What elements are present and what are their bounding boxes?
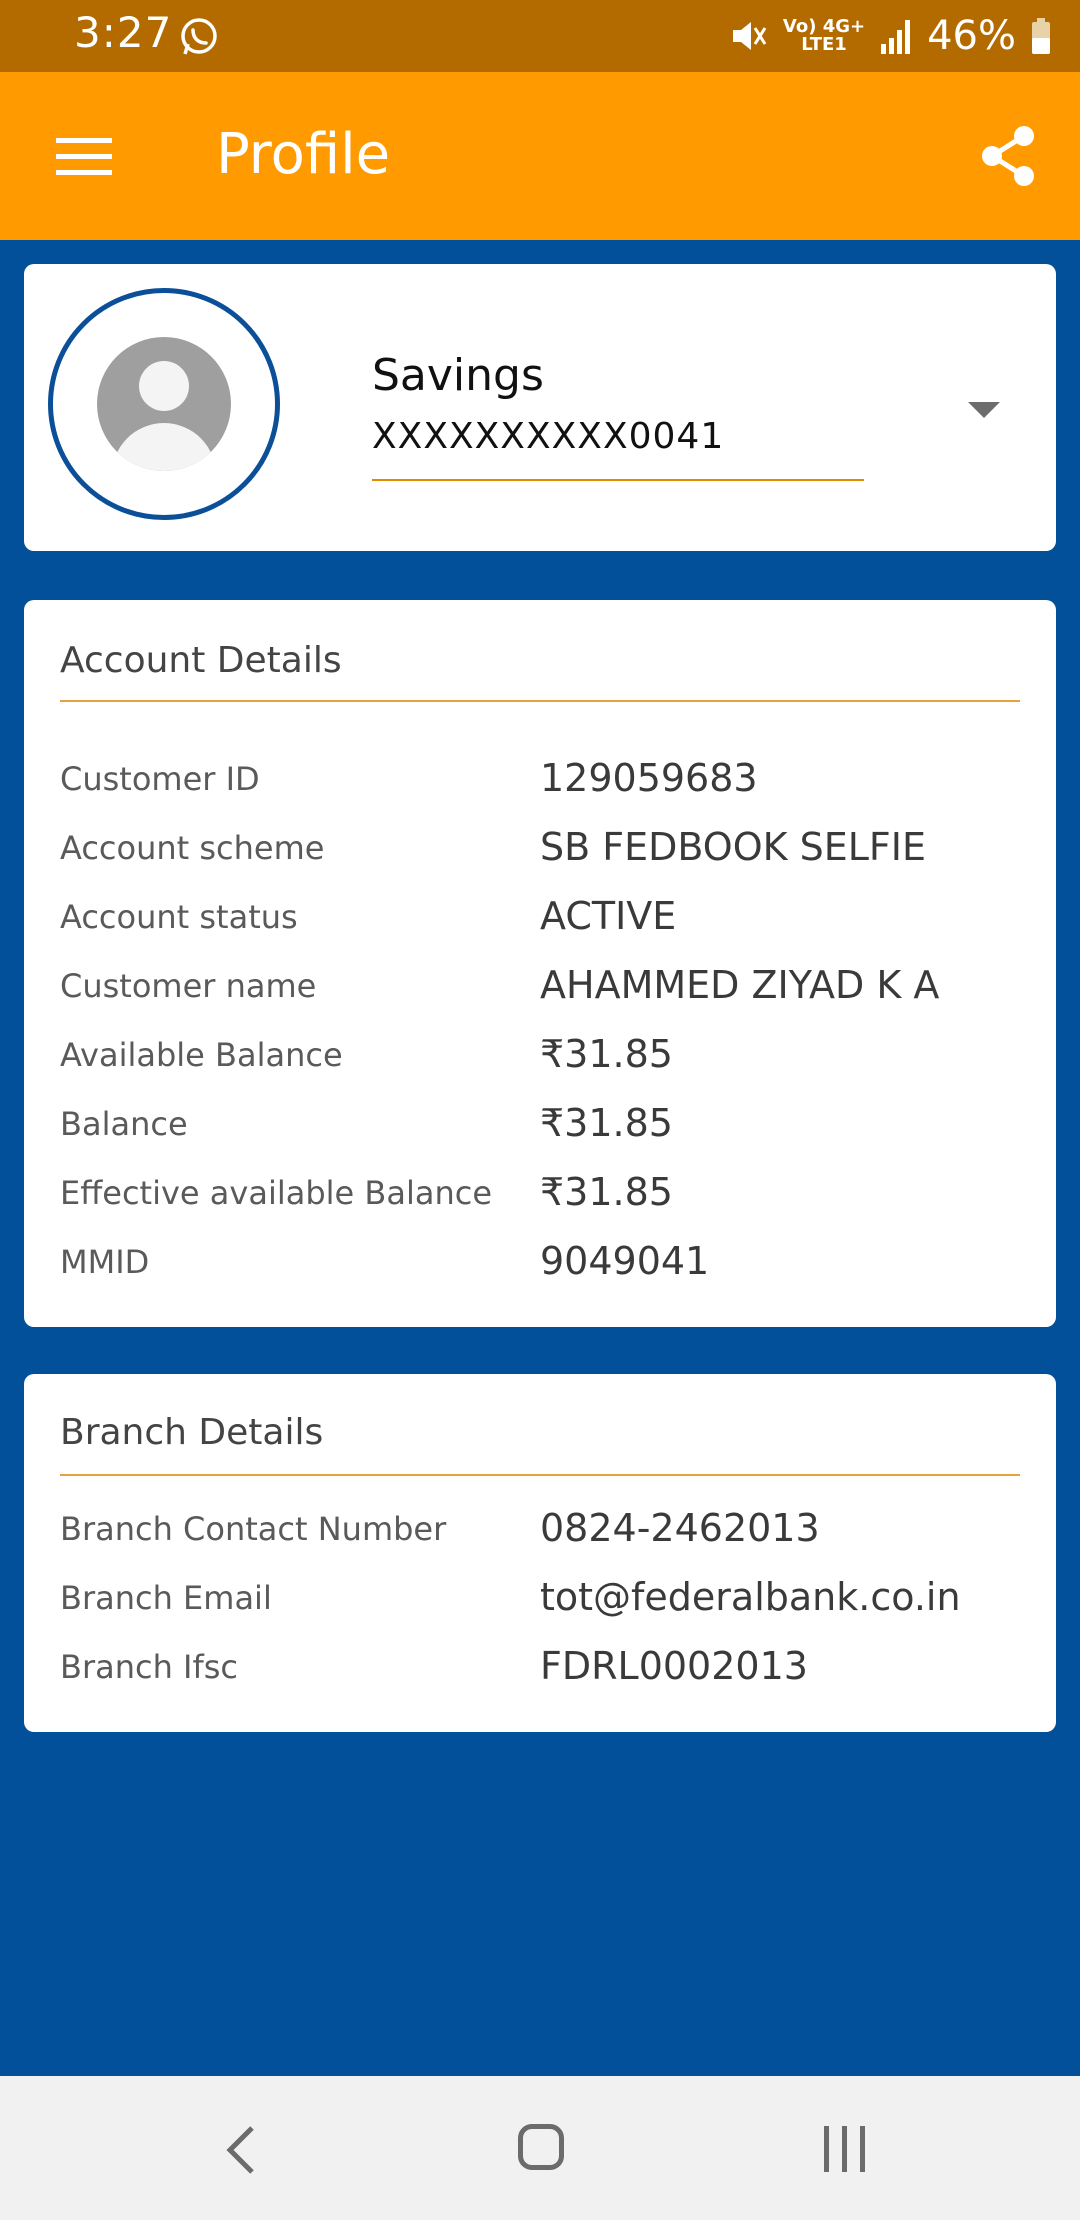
branch-details-card: Branch Details Branch Contact Number 082… (24, 1374, 1056, 1732)
detail-row-account-status: Account status ACTIVE (60, 894, 1020, 958)
detail-value: ₹31.85 (540, 1170, 673, 1214)
account-details-card: Account Details Customer ID 129059683 Ac… (24, 600, 1056, 1327)
detail-label: Account scheme (60, 829, 325, 867)
status-bar: 3:27 Vo) 4G+ LTE1 46% (0, 0, 1080, 72)
detail-label: MMID (60, 1243, 150, 1281)
account-underline (372, 479, 864, 481)
detail-value: 129059683 (540, 756, 758, 800)
detail-value: 9049041 (540, 1239, 710, 1283)
detail-value: ₹31.85 (540, 1101, 673, 1145)
status-time: 3:27 (74, 8, 173, 57)
section-divider (60, 1474, 1020, 1476)
detail-label: Customer ID (60, 760, 260, 798)
detail-row-effective-balance: Effective available Balance ₹31.85 (60, 1170, 1020, 1234)
detail-label: Account status (60, 898, 298, 936)
detail-label: Branch Contact Number (60, 1510, 447, 1548)
network-type: Vo) 4G+ LTE1 (783, 18, 865, 54)
detail-value: ACTIVE (540, 894, 677, 938)
section-divider (60, 700, 1020, 702)
account-card: Savings XXXXXXXXXX0041 (24, 264, 1056, 551)
detail-row-customer-id: Customer ID 129059683 (60, 756, 1020, 820)
avatar[interactable] (48, 288, 280, 520)
account-number: XXXXXXXXXX0041 (372, 416, 725, 457)
detail-value: AHAMMED ZIYAD K A (540, 963, 940, 1007)
detail-row-customer-name: Customer name AHAMMED ZIYAD K A (60, 963, 1020, 1027)
page-title: Profile (216, 122, 391, 187)
back-icon[interactable] (220, 2122, 260, 2178)
detail-row-account-scheme: Account scheme SB FEDBOOK SELFIE (60, 825, 1020, 889)
detail-value: FDRL0002013 (540, 1644, 808, 1688)
branch-details-title: Branch Details (60, 1412, 324, 1453)
whatsapp-icon (181, 18, 217, 55)
share-icon[interactable] (978, 124, 1038, 188)
network-bottom-label: LTE1 (801, 34, 847, 55)
home-icon[interactable] (518, 2124, 564, 2170)
detail-label: Customer name (60, 967, 317, 1005)
detail-row-available-balance: Available Balance ₹31.85 (60, 1032, 1020, 1096)
dropdown-icon[interactable] (968, 402, 1000, 418)
detail-label: Branch Email (60, 1579, 272, 1617)
detail-label: Balance (60, 1105, 188, 1143)
battery-icon (1032, 18, 1050, 54)
detail-label: Effective available Balance (60, 1174, 493, 1212)
branch-row-email: Branch Email tot@federalbank.co.in (60, 1575, 1020, 1639)
signal-icon (881, 20, 911, 54)
branch-row-contact: Branch Contact Number 0824-2462013 (60, 1506, 1020, 1570)
detail-value: 0824-2462013 (540, 1506, 820, 1550)
detail-label: Available Balance (60, 1036, 343, 1074)
menu-icon[interactable] (56, 136, 112, 176)
detail-row-balance: Balance ₹31.85 (60, 1101, 1020, 1165)
branch-row-ifsc: Branch Ifsc FDRL0002013 (60, 1644, 1020, 1708)
account-type: Savings (372, 350, 544, 401)
detail-value: SB FEDBOOK SELFIE (540, 825, 926, 869)
detail-label: Branch Ifsc (60, 1648, 239, 1686)
account-details-title: Account Details (60, 640, 342, 681)
detail-value: ₹31.85 (540, 1032, 673, 1076)
mute-icon (732, 22, 767, 50)
battery-percent: 46% (927, 13, 1016, 59)
avatar-icon (97, 337, 231, 471)
detail-row-mmid: MMID 9049041 (60, 1239, 1020, 1303)
recent-apps-icon[interactable] (822, 2124, 868, 2174)
detail-value: tot@federalbank.co.in (540, 1575, 961, 1619)
system-nav-bar (0, 2076, 1080, 2220)
app-bar: Profile (0, 72, 1080, 240)
status-icons: Vo) 4G+ LTE1 46% (729, 10, 1052, 62)
